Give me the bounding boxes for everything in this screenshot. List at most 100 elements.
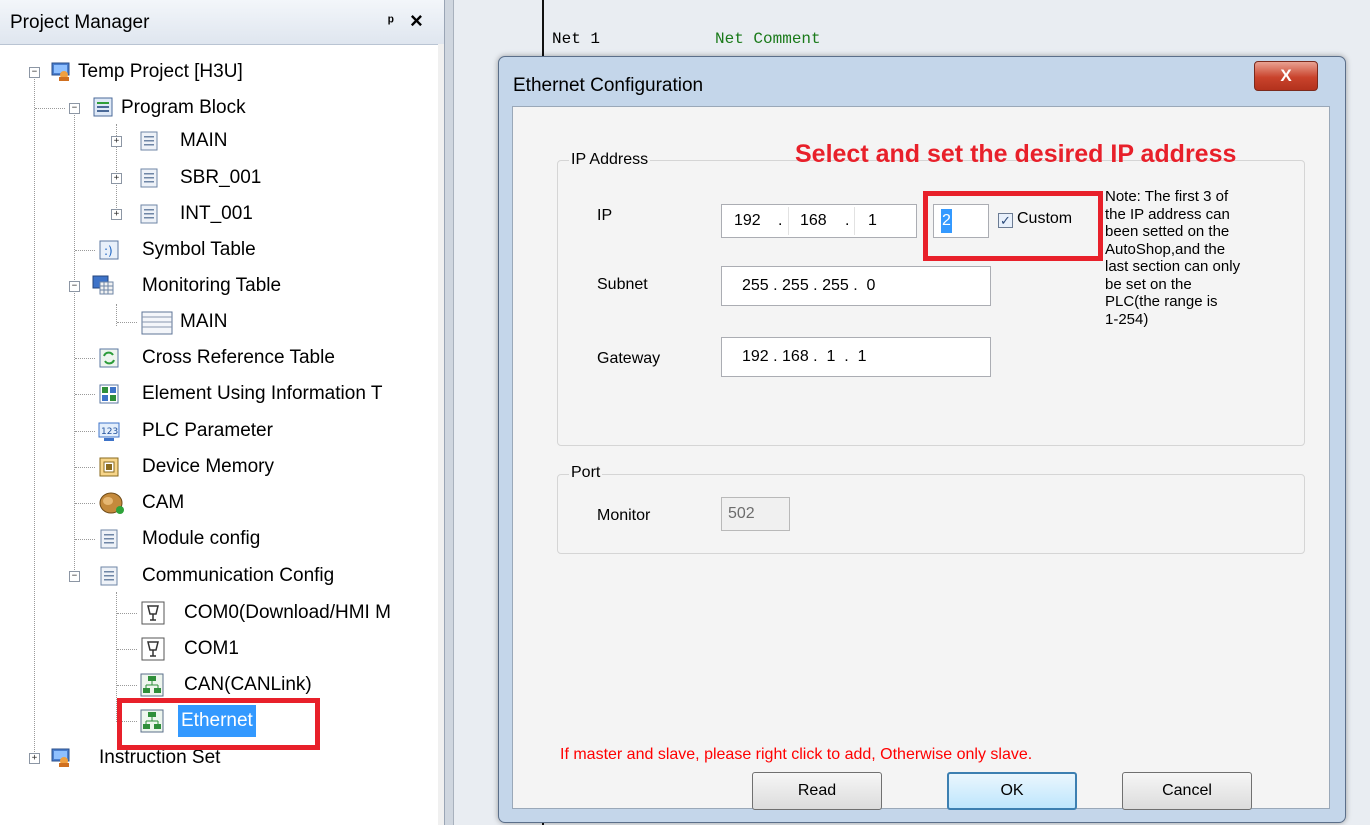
collapse-icon[interactable]: −: [29, 67, 40, 78]
project-manager-panel: Project Manager ᵖ × − Temp Project [H3U]…: [0, 0, 445, 825]
dialog-close-button[interactable]: X: [1254, 61, 1318, 91]
pin-icon[interactable]: ᵖ: [388, 13, 394, 30]
tree-line: [75, 503, 95, 504]
collapse-icon[interactable]: −: [69, 281, 80, 292]
tree-item-label: CAM: [142, 492, 185, 513]
tree-line: [35, 108, 65, 109]
tree-line: [75, 431, 95, 432]
monitor-label: Monitor: [597, 507, 651, 524]
editor-left-ruler: [445, 0, 454, 825]
ip-separator: [854, 207, 855, 235]
tree-item-sbr-001[interactable]: + SBR_001: [0, 162, 430, 194]
tree-line: [117, 685, 137, 686]
ip-octet-3[interactable]: 1: [868, 205, 877, 237]
project-icon: [51, 62, 70, 81]
ip-label: IP: [597, 207, 613, 224]
monitor-port-field: 502: [721, 497, 790, 531]
tree-item-label: Monitoring Table: [142, 275, 282, 296]
note-line: last section can only: [1105, 258, 1241, 275]
tree-item-monitoring-table[interactable]: − Monitoring Table: [0, 270, 430, 302]
tree-item-int-001[interactable]: + INT_001: [0, 198, 430, 230]
ethernet-configuration-dialog: Ethernet Configuration X IP Address Sele…: [498, 56, 1346, 823]
tree-item-label: Cross Reference Table: [142, 347, 335, 368]
tree-item-main[interactable]: + MAIN: [0, 125, 430, 157]
note-line: be set on the: [1105, 275, 1192, 293]
tree-item-program-block[interactable]: − Program Block: [0, 92, 430, 124]
expand-icon[interactable]: +: [111, 173, 122, 184]
tree-item-label: Module config: [142, 528, 261, 549]
tree-item-label: PLC Parameter: [142, 420, 273, 441]
note-line: 1-254): [1105, 310, 1149, 328]
close-icon[interactable]: ×: [410, 8, 423, 34]
document-icon: [100, 529, 118, 549]
note-line: the IP address can: [1105, 205, 1230, 223]
tree-item-symbol-table[interactable]: :) Symbol Table: [0, 234, 430, 266]
port-group: [557, 474, 1305, 554]
tree-line: [75, 358, 95, 359]
tree-line: [75, 250, 95, 251]
tree-item-can[interactable]: CAN(CANLink): [0, 669, 430, 701]
tree-item-label: MAIN: [180, 130, 228, 151]
tree-item-label: COM0(Download/HMI M: [184, 602, 391, 623]
ip-dot: .: [845, 212, 850, 229]
tree-item-label: Program Block: [121, 97, 246, 118]
expand-icon[interactable]: +: [29, 753, 40, 764]
tree-item-monitor-main[interactable]: MAIN: [0, 306, 430, 338]
tree-item-cross-reference[interactable]: Cross Reference Table: [0, 342, 430, 374]
tree-item-com0[interactable]: COM0(Download/HMI M: [0, 597, 444, 629]
note-line: been setted on the: [1105, 223, 1230, 240]
ip-octet-1[interactable]: 192: [734, 205, 761, 237]
tree-item-com1[interactable]: COM1: [0, 633, 430, 665]
ip-dot: .: [778, 212, 783, 229]
document-icon: [140, 204, 158, 224]
collapse-icon[interactable]: −: [69, 103, 80, 114]
ip-octet-2[interactable]: 168: [800, 205, 827, 237]
table-icon: [141, 311, 173, 335]
document-icon: [140, 168, 158, 188]
tree-item-communication-config[interactable]: − Communication Config: [0, 560, 430, 592]
ok-button[interactable]: OK: [947, 772, 1077, 810]
tree-item-plc-parameter[interactable]: 123 PLC Parameter: [0, 415, 430, 447]
expand-icon[interactable]: +: [111, 209, 122, 220]
project-icon: [51, 748, 70, 767]
collapse-icon[interactable]: −: [69, 571, 80, 582]
ethernet-highlight-box: [117, 698, 320, 750]
tree-item-label: Element Using Information T: [142, 383, 383, 404]
expand-icon[interactable]: +: [111, 136, 122, 147]
tree-item-element-using-info[interactable]: Element Using Information T: [0, 378, 444, 410]
tree-line: [117, 322, 137, 323]
ip-address-field[interactable]: 192 . 168 . 1: [721, 204, 917, 238]
dialog-body: IP Address Select and set the desired IP…: [512, 106, 1330, 810]
tree-item-cam[interactable]: CAM: [0, 487, 430, 519]
panel-scrollbar[interactable]: [438, 44, 444, 825]
tree-item-label: Symbol Table: [142, 239, 256, 260]
document-icon: [100, 566, 118, 586]
serial-port-icon: [141, 637, 165, 661]
tree-item-temp-project[interactable]: − Temp Project [H3U]: [0, 56, 430, 88]
note-line: Note: The first 3 of: [1105, 188, 1229, 205]
tree-item-device-memory[interactable]: Device Memory: [0, 451, 430, 483]
subnet-label: Subnet: [597, 276, 648, 293]
tree-item-module-config[interactable]: Module config: [0, 523, 430, 555]
subnet-field[interactable]: 255 . 255 . 255 . 0: [721, 266, 991, 306]
program-block-icon: [93, 97, 113, 117]
svg-text::): :): [104, 244, 113, 258]
tree-item-label: Communication Config: [142, 565, 335, 586]
read-button[interactable]: Read: [752, 772, 882, 810]
cancel-button[interactable]: Cancel: [1122, 772, 1252, 810]
gateway-label: Gateway: [597, 350, 661, 367]
project-manager-header: Project Manager ᵖ ×: [0, 0, 444, 45]
gateway-field[interactable]: 192 . 168 . 1 . 1: [721, 337, 991, 377]
tree-item-label: SBR_001: [180, 167, 262, 188]
cross-reference-icon: [99, 348, 119, 368]
monitoring-table-icon: [92, 275, 114, 295]
tree-line: [75, 539, 95, 540]
annotation-text: Select and set the desired IP address: [795, 140, 1237, 168]
ip-separator: [788, 207, 789, 235]
cam-icon: [99, 492, 124, 514]
net-comment[interactable]: Net Comment: [715, 30, 821, 48]
symbol-table-icon: :): [99, 240, 119, 260]
document-icon: [140, 131, 158, 151]
ip-highlight-box: [923, 191, 1103, 261]
tree-item-label: MAIN: [180, 311, 228, 332]
